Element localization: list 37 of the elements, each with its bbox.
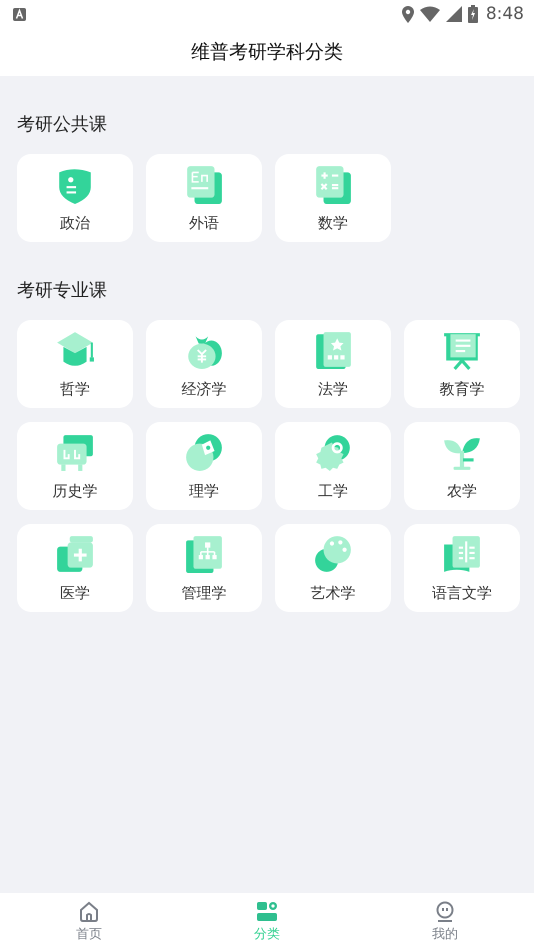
page-title: 维普考研学科分类 bbox=[191, 40, 343, 65]
wifi-icon bbox=[420, 6, 440, 22]
subject-card[interactable]: 工学 bbox=[275, 422, 391, 510]
section-title: 考研公共课 bbox=[17, 113, 108, 136]
nav-tab[interactable]: 首页 bbox=[0, 893, 178, 950]
location-icon bbox=[402, 6, 414, 22]
status-time: 8:48 bbox=[486, 4, 524, 24]
subject-card[interactable]: 外语 bbox=[146, 154, 262, 242]
subject-card[interactable]: 管理学 bbox=[146, 524, 262, 612]
law-book-icon bbox=[313, 330, 353, 370]
face-icon bbox=[434, 901, 456, 923]
palette-icon bbox=[313, 534, 353, 574]
subject-card[interactable]: 医学 bbox=[17, 524, 133, 612]
subject-card[interactable]: 艺术学 bbox=[275, 524, 391, 612]
subject-card[interactable]: 语言文学 bbox=[404, 524, 520, 612]
subject-card[interactable]: 教育学 bbox=[404, 320, 520, 408]
presentation-board-icon bbox=[442, 330, 482, 370]
home-icon bbox=[78, 901, 100, 923]
keyboard-a-icon bbox=[13, 8, 26, 20]
subject-card[interactable]: 历史学 bbox=[17, 422, 133, 510]
subject-card[interactable]: 数学 bbox=[275, 154, 391, 242]
subject-card[interactable]: 经济学 bbox=[146, 320, 262, 408]
signal-icon bbox=[446, 6, 462, 22]
subject-card[interactable]: 理学 bbox=[146, 422, 262, 510]
calculator-icon bbox=[313, 164, 353, 204]
nav-tab[interactable]: 我的 bbox=[356, 893, 534, 950]
language-card-icon bbox=[184, 164, 224, 204]
medicine-box-icon bbox=[55, 534, 95, 574]
subject-card[interactable]: 农学 bbox=[404, 422, 520, 510]
org-chart-icon bbox=[184, 534, 224, 574]
book-icon bbox=[442, 534, 482, 574]
subject-card[interactable]: 政治 bbox=[17, 154, 133, 242]
subject-card[interactable]: 哲学 bbox=[17, 320, 133, 408]
section-title: 考研专业课 bbox=[17, 279, 108, 302]
subject-card[interactable]: 法学 bbox=[275, 320, 391, 408]
category-icon bbox=[256, 901, 278, 923]
battery-icon bbox=[468, 5, 478, 23]
